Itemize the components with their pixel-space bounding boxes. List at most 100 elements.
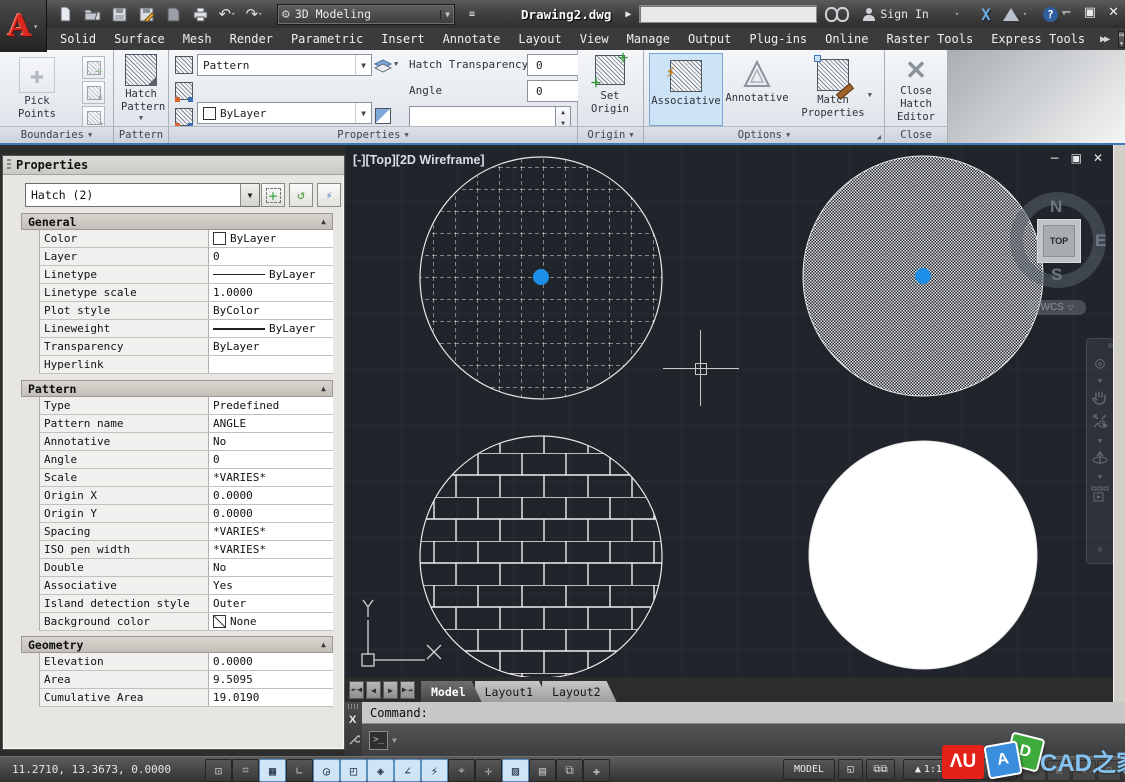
tab-raster-tools[interactable]: Raster Tools	[878, 30, 983, 48]
select-boundary-button[interactable]: ＋	[82, 56, 105, 79]
tab-output[interactable]: Output	[679, 30, 740, 48]
layers-icon[interactable]	[373, 55, 393, 77]
tab-layout1[interactable]: Layout1	[475, 681, 549, 702]
property-value[interactable]: *VARIES*	[209, 541, 333, 558]
doc-restore-button[interactable]: ▣	[1071, 151, 1082, 165]
navbar-close-icon[interactable]: ⊗	[1087, 341, 1113, 350]
selection-cycling-toggle[interactable]: ⧉	[556, 759, 583, 782]
viewcube-east[interactable]: E	[1095, 231, 1106, 251]
selection-dropdown[interactable]: Hatch (2) ▼	[25, 183, 260, 207]
save-as-button[interactable]	[137, 5, 155, 23]
hatch-transparency-value[interactable]: 0	[527, 54, 579, 76]
property-value[interactable]: No	[209, 559, 333, 576]
command-history[interactable]: Command:	[362, 702, 1125, 724]
infer-constraints-toggle[interactable]: ⊡	[205, 759, 232, 782]
set-origin-button[interactable]: ＋ ＋ Set Origin	[585, 55, 635, 116]
dynamic-input-toggle[interactable]: ⌖	[448, 759, 475, 782]
tab-insert[interactable]: Insert	[372, 30, 433, 48]
pick-points-button[interactable]: ✚ Pick Points	[4, 55, 70, 123]
tab-model[interactable]: Model	[421, 681, 482, 702]
quick-access-menu-icon[interactable]: ≡	[469, 9, 475, 20]
section-header-pattern[interactable]: Pattern▲	[21, 380, 333, 397]
new-file-button[interactable]	[56, 5, 74, 23]
dialog-launcher-icon[interactable]: ◢	[877, 133, 881, 141]
grip-point[interactable]	[533, 269, 549, 285]
print-button[interactable]	[191, 5, 209, 23]
viewcube-south[interactable]: S	[1051, 265, 1062, 285]
property-value[interactable]: No	[209, 433, 333, 450]
ribbon-minimize-button[interactable]: ▭ ▾	[1118, 31, 1125, 48]
command-prompt-icon[interactable]: >_	[369, 731, 388, 750]
grip-icon[interactable]	[7, 159, 11, 171]
previous-layout-button[interactable]: ◀	[366, 681, 381, 699]
panel-footer-origin[interactable]: Origin▼	[578, 126, 643, 143]
property-value[interactable]: ByLayer	[209, 266, 333, 283]
remove-boundary-button[interactable]: ✕	[82, 81, 105, 104]
chevron-down-icon[interactable]: ▼	[1087, 437, 1113, 445]
property-value[interactable]: None	[209, 613, 333, 630]
sign-in-button[interactable]: Sign In	[880, 7, 928, 21]
tab-plugins[interactable]: Plug-ins	[740, 30, 816, 48]
workspace-switcher[interactable]: ⚙ 3D Modeling ▼	[277, 4, 455, 25]
ortho-mode-toggle[interactable]: ∟	[286, 759, 313, 782]
tab-parametric[interactable]: Parametric	[282, 30, 372, 48]
drawing-viewport[interactable]: [-][Top][2D Wireframe] − ▣ ✕ N E S TOP W…	[345, 145, 1113, 677]
lineweight-display-toggle[interactable]: ✛	[475, 759, 502, 782]
property-value[interactable]: ByLayer	[209, 320, 333, 337]
panel-footer-boundaries[interactable]: Boundaries▼	[0, 126, 113, 143]
tab-express-tools[interactable]: Express Tools	[982, 30, 1094, 48]
property-value[interactable]: 0.0000	[209, 653, 333, 670]
pan-hand-icon[interactable]	[1087, 389, 1113, 409]
showmotion-icon[interactable]	[1087, 485, 1113, 507]
property-value[interactable]: 1.0000	[209, 284, 333, 301]
dynamic-ucs-toggle[interactable]: ⚡	[421, 759, 448, 782]
angle-value[interactable]: 0	[527, 80, 579, 102]
hatched-circle-bottom-left[interactable]	[420, 436, 662, 677]
wcs-dropdown[interactable]: WCS▽	[1028, 300, 1086, 315]
last-layout-button[interactable]: ▶⯮	[400, 681, 415, 699]
quick-select-button[interactable]: ⚡	[317, 183, 341, 207]
3d-object-snap-toggle[interactable]: ◈	[367, 759, 394, 782]
chevron-down-icon[interactable]: ▼	[392, 736, 397, 745]
property-value[interactable]	[209, 356, 333, 373]
tab-render[interactable]: Render	[221, 30, 282, 48]
property-value[interactable]: ByLayer	[209, 230, 333, 247]
tab-solid[interactable]: Solid	[51, 30, 105, 48]
section-header-geometry[interactable]: Geometry▲	[21, 636, 333, 653]
plot-button[interactable]	[164, 5, 182, 23]
chevron-down-icon[interactable]: ▼	[394, 60, 398, 68]
infocenter-arrow-icon[interactable]: ▶	[625, 9, 631, 20]
transparency-display-toggle[interactable]: ▨	[502, 759, 529, 782]
property-value[interactable]: ANGLE	[209, 415, 333, 432]
drawing-quickview-button[interactable]: ⧉⧉	[866, 759, 895, 780]
hatch-type-dropdown[interactable]: Pattern▼	[197, 54, 372, 76]
hatch-scale-field[interactable]	[409, 106, 565, 128]
property-value[interactable]: Outer	[209, 595, 333, 612]
object-snap-tracking-toggle[interactable]: ∠	[394, 759, 421, 782]
panel-footer-options[interactable]: Options▼ ◢	[644, 126, 884, 143]
viewport-controls-label[interactable]: [-][Top][2D Wireframe]	[353, 153, 485, 167]
chevron-down-icon[interactable]: ▾	[955, 10, 959, 18]
associative-button[interactable]: ⚡ Associative	[649, 53, 723, 126]
tab-layout[interactable]: Layout	[509, 30, 570, 48]
minimize-button[interactable]: −	[1061, 5, 1072, 20]
application-menu-button[interactable]: A ▾	[0, 0, 47, 52]
property-value[interactable]: ByColor	[209, 302, 333, 319]
chevron-down-icon[interactable]: ▼	[1087, 377, 1113, 385]
search-input[interactable]	[639, 5, 817, 23]
grip-icon[interactable]	[348, 704, 359, 709]
panel-footer-properties[interactable]: Properties▼	[169, 126, 577, 143]
wrench-icon[interactable]	[348, 734, 360, 746]
tab-annotate[interactable]: Annotate	[434, 30, 510, 48]
close-hatch-editor-button[interactable]: ✕ Close Hatch Editor	[887, 55, 945, 124]
viewcube-north[interactable]: N	[1050, 197, 1062, 217]
tab-manage[interactable]: Manage	[618, 30, 679, 48]
navbar-customize-icon[interactable]: ⊖	[1087, 545, 1113, 554]
property-value[interactable]: *VARIES*	[209, 523, 333, 540]
select-objects-button[interactable]: ↺	[289, 183, 313, 207]
coordinate-display[interactable]: 11.2710, 13.3673, 0.0000	[12, 763, 171, 776]
property-value[interactable]: 19.0190	[209, 689, 333, 706]
solid-circle-bottom-right[interactable]	[809, 441, 1037, 669]
layout-quickview-button[interactable]: ◱	[838, 759, 863, 780]
tab-view[interactable]: View	[571, 30, 618, 48]
